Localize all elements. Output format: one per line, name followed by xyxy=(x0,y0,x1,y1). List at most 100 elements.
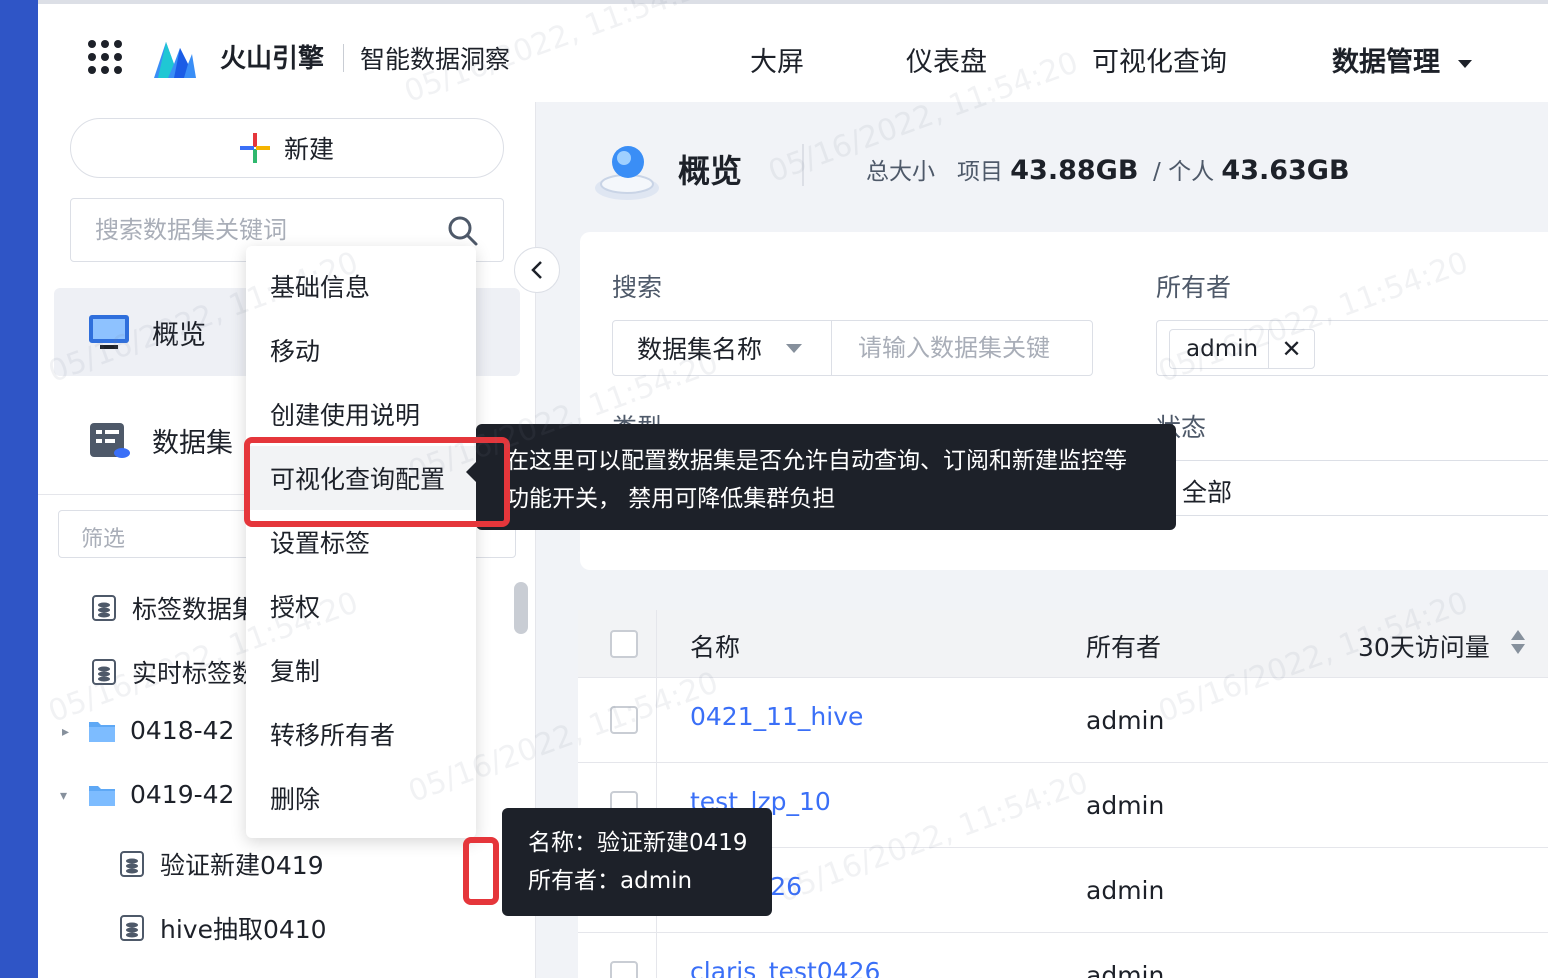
dataset-owner: admin xyxy=(1086,791,1165,820)
status-select[interactable]: 全部 xyxy=(1156,460,1548,516)
monitor-icon xyxy=(89,315,129,349)
sidebar-item-label: 数据集 xyxy=(152,427,233,459)
new-button[interactable]: 新建 xyxy=(70,118,504,178)
new-button-label: 新建 xyxy=(283,135,334,164)
chevron-left-icon xyxy=(531,261,542,279)
nav-dashboard[interactable]: 仪表盘 xyxy=(906,40,987,79)
close-icon[interactable]: ✕ xyxy=(1268,330,1314,368)
owner-tag-label: admin xyxy=(1186,336,1259,362)
tree-filter-placeholder: 筛选 xyxy=(81,527,126,552)
table-row[interactable]: 0421_11_hive admin xyxy=(578,678,1548,763)
dataset-icon xyxy=(90,423,130,458)
nav-data-management-label: 数据管理 xyxy=(1332,47,1440,78)
dataset-name-link[interactable]: claris_test0426 xyxy=(690,957,880,978)
menu-item-transfer-owner[interactable]: 转移所有者 xyxy=(246,702,476,766)
table-header: 名称 所有者 30天访问量 xyxy=(578,610,1548,678)
project-size-value: 43.88GB xyxy=(1010,155,1139,186)
dataset-table: 名称 所有者 30天访问量 0421_11_hive admin test_lz… xyxy=(578,610,1548,978)
column-name[interactable]: 名称 xyxy=(690,628,740,664)
chevron-down-icon xyxy=(1458,59,1472,68)
nav-visual-query[interactable]: 可视化查询 xyxy=(1092,40,1227,79)
apps-grid-icon[interactable] xyxy=(88,40,122,74)
tree-item[interactable]: hive抽取0410 xyxy=(118,910,327,946)
tree-item-label: 标签数据集 xyxy=(132,595,258,624)
status-value: 全部 xyxy=(1182,478,1233,507)
collapse-caret-icon[interactable]: ▾ xyxy=(60,788,67,804)
owner-select[interactable]: admin ✕ xyxy=(1156,320,1548,376)
nav-big-screen[interactable]: 大屏 xyxy=(750,40,804,79)
dataset-keyword-input[interactable] xyxy=(831,320,1093,376)
brand-name: 火山引擎 xyxy=(220,44,325,74)
tree-scrollbar[interactable] xyxy=(514,582,528,634)
tree-item[interactable]: 标签数据集 xyxy=(90,590,257,626)
config-tooltip: 在这里可以配置数据集是否允许自动查询、订阅和新建监控等 功能开关， 禁用可降低集… xyxy=(466,424,1176,530)
left-window-strip xyxy=(0,0,38,978)
column-owner[interactable]: 所有者 xyxy=(1086,628,1161,664)
tree-item-label: 0418-42 xyxy=(130,716,235,745)
personal-size-value: 43.63GB xyxy=(1221,155,1350,186)
total-size-label: 总大小 xyxy=(866,159,935,185)
storage-size-info: 总大小 项目 43.88GB / 个人 43.63GB xyxy=(866,152,1350,186)
sidebar-item-label: 概览 xyxy=(152,319,206,351)
folder-icon xyxy=(89,785,115,806)
column-visits[interactable]: 30天访问量 xyxy=(1358,628,1490,664)
menu-item-copy[interactable]: 复制 xyxy=(246,638,476,702)
tree-item[interactable]: 验证新建0419 xyxy=(118,846,324,882)
row-checkbox[interactable] xyxy=(610,706,638,734)
menu-item-delete[interactable]: 删除 xyxy=(246,766,476,830)
dataset-owner: admin xyxy=(1086,706,1165,735)
tree-item-label: 验证新建0419 xyxy=(160,851,324,880)
size-separator: / xyxy=(1153,159,1161,185)
tree-item-label: 0419-42 xyxy=(130,780,235,809)
menu-item-authorize[interactable]: 授权 xyxy=(246,574,476,638)
select-all-checkbox[interactable] xyxy=(610,630,638,658)
row-checkbox[interactable] xyxy=(610,961,638,978)
dataset-context-menu: 基础信息 移动 创建使用说明 可视化查询配置 设置标签 授权 复制 转移所有者 … xyxy=(246,246,476,838)
menu-item-move[interactable]: 移动 xyxy=(246,318,476,382)
dataset-file-icon xyxy=(120,851,144,877)
tooltip-name: 名称：验证新建0419 xyxy=(528,830,748,856)
tooltip-line: 功能开关， 禁用可降低集群负担 xyxy=(506,486,836,512)
overview-globe-icon xyxy=(595,146,659,200)
search-icon[interactable] xyxy=(447,215,479,247)
dataset-file-icon xyxy=(92,595,116,621)
tooltip-owner: 所有者：admin xyxy=(528,868,693,894)
brand-divider xyxy=(343,44,344,72)
tooltip-line: 在这里可以配置数据集是否允许自动查询、订阅和新建监控等 xyxy=(506,448,1127,474)
tree-item-label: hive抽取0410 xyxy=(160,915,327,944)
tree-folder[interactable]: 0418-42 xyxy=(88,716,234,745)
overview-title: 概览 xyxy=(678,152,743,190)
dataset-search-input[interactable] xyxy=(95,213,435,247)
dataset-name-link[interactable]: 0421_11_hive xyxy=(690,702,863,731)
search-field-value: 数据集名称 xyxy=(637,335,763,364)
tree-folder[interactable]: 0419-42 xyxy=(88,780,234,809)
chevron-down-icon xyxy=(786,343,803,353)
project-size-label: 项目 xyxy=(956,159,1003,185)
personal-size-label: 个人 xyxy=(1168,159,1215,185)
collapse-sidebar-button[interactable] xyxy=(514,247,560,293)
menu-item-basic-info[interactable]: 基础信息 xyxy=(246,254,476,318)
owner-label: 所有者 xyxy=(1156,273,1232,302)
dataset-file-icon xyxy=(120,915,144,941)
sort-icon[interactable] xyxy=(1510,628,1526,656)
nav-data-management[interactable]: 数据管理 xyxy=(1332,40,1472,79)
product-name: 智能数据洞察 xyxy=(360,45,511,74)
plus-icon xyxy=(239,133,270,163)
tree-item[interactable]: 实时标签数 xyxy=(90,654,257,690)
search-label: 搜索 xyxy=(612,273,663,302)
folder-icon xyxy=(89,721,115,742)
table-row[interactable]: claris_test0426 admin xyxy=(578,933,1548,978)
item-info-tooltip: 名称：验证新建0419 所有者：admin xyxy=(502,808,772,916)
highlight-annotation xyxy=(463,837,499,905)
top-header: 火山引擎 智能数据洞察 大屏 仪表盘 可视化查询 数据管理 xyxy=(38,0,1548,102)
highlight-annotation xyxy=(244,437,510,527)
dataset-file-icon xyxy=(92,659,116,685)
dataset-owner: admin xyxy=(1086,961,1165,978)
expand-caret-icon[interactable]: ▸ xyxy=(62,724,69,740)
owner-tag: admin ✕ xyxy=(1169,329,1316,369)
tree-item-label: 实时标签数 xyxy=(132,659,258,688)
volcano-logo-icon xyxy=(154,42,196,78)
overview-divider xyxy=(802,144,804,186)
dataset-owner: admin xyxy=(1086,876,1165,905)
search-field-select[interactable]: 数据集名称 xyxy=(612,320,832,376)
